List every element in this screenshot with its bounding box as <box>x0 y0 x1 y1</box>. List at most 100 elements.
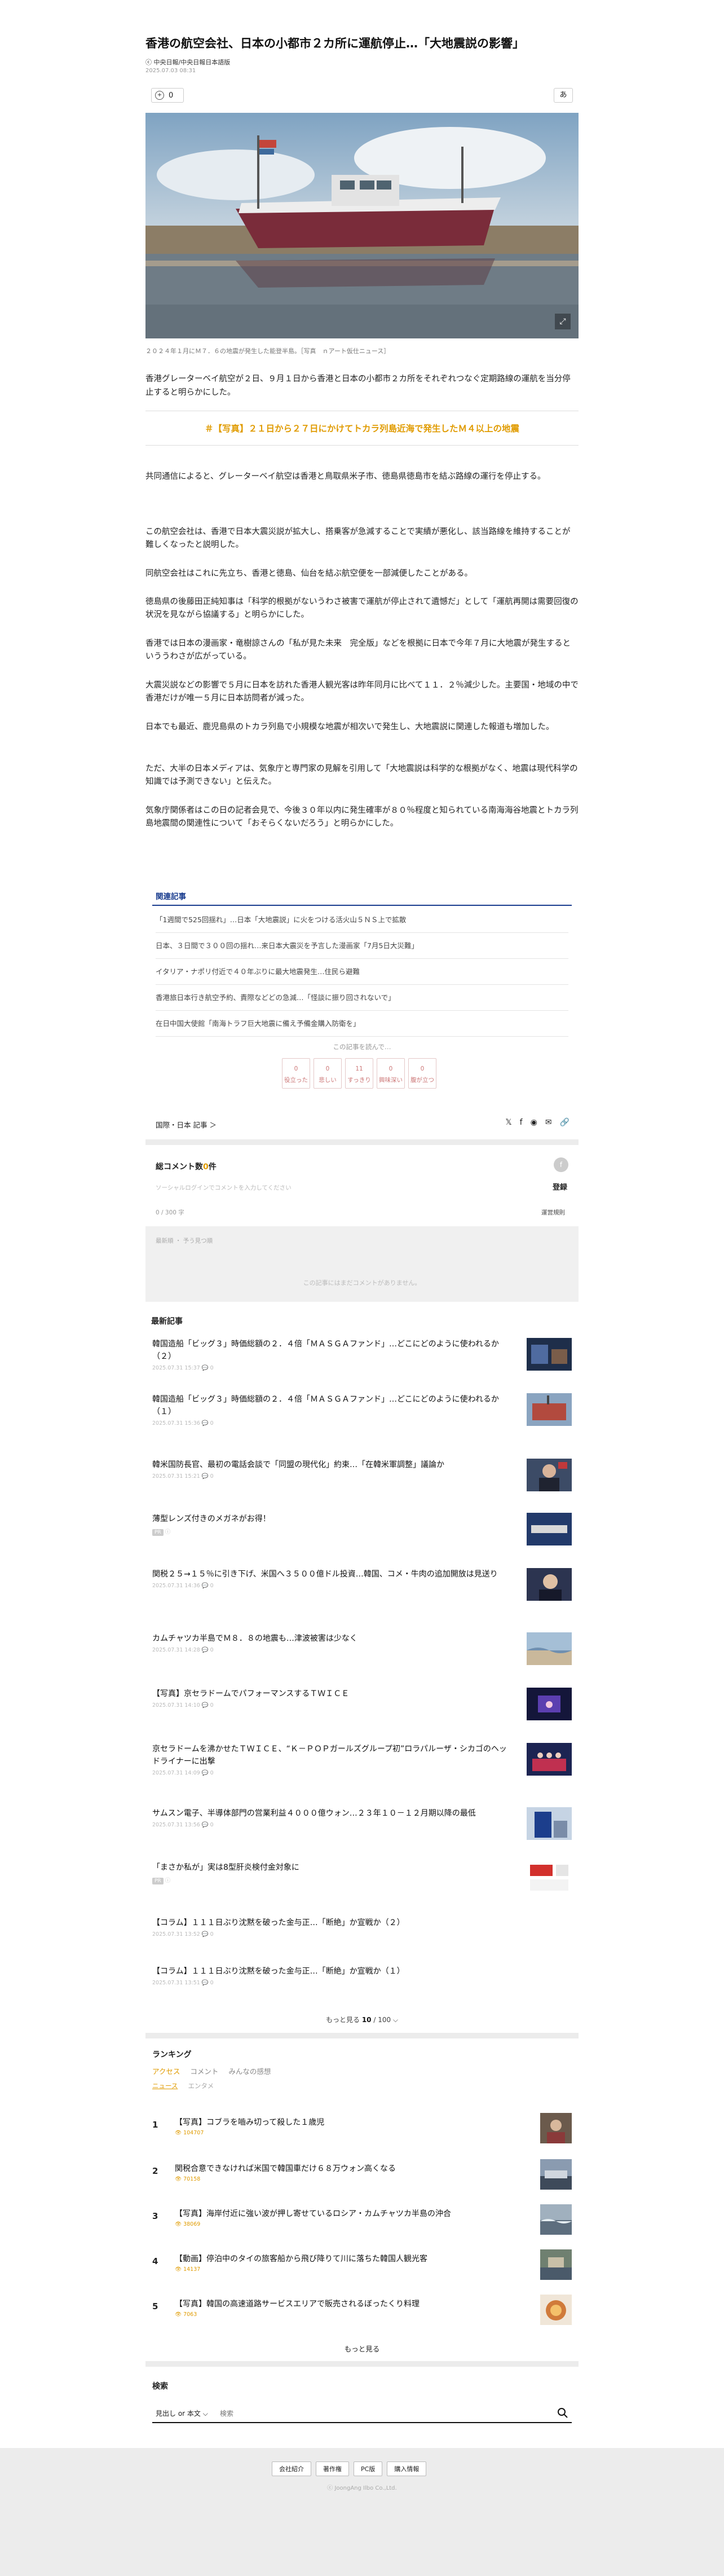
ranking-item[interactable]: 4 【動画】停泊中のタイの旅客船から飛び降りて川に落ちた韓国人観光客 👁 141… <box>152 2247 572 2283</box>
reaction-useful-button[interactable]: 0 役立った <box>282 1058 310 1089</box>
email-share-icon[interactable]: ✉ <box>545 1118 552 1127</box>
news-title: 薄型レンズ付きのメガネがお得！ <box>152 1514 271 1523</box>
list-item[interactable]: 【写真】京セラドームでパフォーマンスするＴＷＩＣＥ 2025.07.31 14:… <box>152 1688 572 1720</box>
news-thumbnail <box>527 1632 572 1665</box>
reaction-label: 興味深い <box>379 1077 403 1084</box>
list-item[interactable]: カムチャツカ半島でＭ８．８の地震も…津波被害は少なく 2025.07.31 14… <box>152 1632 572 1665</box>
related-article-link[interactable]: 日本、３日間で３００回の揺れ…来日本大震災を予言した漫画家「7月5日大災難」 <box>156 933 568 959</box>
list-item[interactable]: 【コラム】１１１日ぶり沈黙を破った金与正…「断絶」か宣戦か（２） 2025.07… <box>152 1917 572 1937</box>
news-title: 【コラム】１１１日ぶり沈黙を破った金与正…「断絶」か宣戦か（２） <box>152 1918 405 1927</box>
list-item[interactable]: 韓国造船「ビッグ３」時価総額の２．４倍「ＭＡＳＧＡファンド」…どこにどのように使… <box>152 1338 572 1371</box>
news-title: 【写真】京セラドームでパフォーマンスするＴＷＩＣＥ <box>152 1689 350 1698</box>
tab-comment[interactable]: コメント <box>190 2066 218 2076</box>
news-title: 韓米国防長官、最初の電話会談で「同盟の現代化」約束…「在韓米軍調整」議論か <box>152 1460 444 1469</box>
list-item[interactable]: 薄型レンズ付きのメガネがお得！ PR ⓘ <box>152 1513 572 1545</box>
expand-icon[interactable]: ⤢ <box>555 314 571 329</box>
rank-views: 👁 38069 <box>175 2221 201 2227</box>
news-thumbnail <box>527 1568 572 1601</box>
line-share-icon[interactable]: ◉ <box>531 1118 537 1127</box>
reaction-buttons: 0 役立った 0 悲しい 11 すっきり 0 興味深い 0 腹が立つ <box>282 1058 436 1089</box>
category-bar: 国際・日本 記事 ＞ 𝕏 f ◉ ✉ 🔗 <box>152 1116 572 1133</box>
subtab-news[interactable]: ニュース <box>152 2081 178 2090</box>
list-item[interactable]: 韓米国防長官、最初の電話会談で「同盟の現代化」約束…「在韓米軍調整」議論か 20… <box>152 1459 572 1491</box>
ranking-more-button[interactable]: もっと見る <box>145 2343 579 2354</box>
font-size-button[interactable]: あ <box>554 88 573 103</box>
news-title: 韓国造船「ビッグ３」時価総額の２．４倍「ＭＡＳＧＡファンド」…どこにどのように使… <box>152 1340 499 1361</box>
comment-char-counter: 0 / 300 字 <box>156 1209 184 1216</box>
link-share-icon[interactable]: 🔗 <box>560 1118 570 1127</box>
photo-link-highlight[interactable]: ＃【写真】２１日から２７日にかけてトカラ列島近海で発生したＭ４以上の地震 <box>145 411 579 446</box>
search-icon[interactable] <box>557 2407 568 2419</box>
ranking-item[interactable]: 2 関税合意できなければ米国で韓国車だけ６８万ウォン高くなる 👁 70158 <box>152 2157 572 2193</box>
comment-login-button[interactable]: 登録 <box>553 1181 567 1192</box>
related-divider <box>152 905 572 906</box>
related-article-link[interactable]: 「1週間で525回揺れ」…日本「大地震説」に火をつける活火山５ＮＳ上で拡散 <box>156 907 568 933</box>
rank-thumbnail <box>540 2159 572 2190</box>
more-count: 10 <box>361 2016 372 2024</box>
more-label: もっと見る <box>325 2016 362 2024</box>
reaction-refreshing-button[interactable]: 11 すっきり <box>345 1058 373 1089</box>
comment-input[interactable]: ソーシャルログインでコメントを入力してください <box>156 1183 522 1192</box>
rank-views: 👁 70158 <box>175 2176 201 2182</box>
x-share-icon[interactable]: 𝕏 <box>505 1118 511 1127</box>
ranking-item[interactable]: 5 【写真】韓国の高速道路サービスエリアで販売されるぼったくり料理 👁 7063 <box>152 2292 572 2328</box>
article-photo[interactable]: ⤢ <box>145 113 579 338</box>
reaction-sad-button[interactable]: 0 悲しい <box>314 1058 342 1089</box>
comment-sort[interactable]: 最新順 ・ 予う見つ順 <box>156 1236 213 1245</box>
rank-thumbnail <box>540 2295 572 2325</box>
rank-title: 関税合意できなければ米国で韓国車だけ６８万ウォン高くなる <box>175 2164 396 2173</box>
tab-reactions[interactable]: みんなの感想 <box>228 2066 271 2076</box>
news-meta: 2025.07.31 13:52 💬 0 <box>152 1931 214 1937</box>
list-item[interactable]: 京セラドームを沸かせたＴＷＩＣＥ、“Ｋ－ＰＯＰガールズグループ初”ロラパルーザ・… <box>152 1743 572 1776</box>
ranking-item[interactable]: 3 【写真】海岸付近に強い波が押し寄せているロシア・カムチャツカ半島の沖合 👁 … <box>152 2202 572 2238</box>
related-heading: 関連記事 <box>156 892 186 901</box>
article-byline: ⓒ 中央日報/中央日報日本語版 <box>145 59 231 66</box>
reaction-label: すっきり <box>347 1077 371 1084</box>
news-title: カムチャツカ半島でＭ８．８の地震も…津波被害は少なく <box>152 1634 357 1643</box>
facebook-share-icon[interactable]: f <box>520 1118 523 1127</box>
search-input[interactable] <box>220 2406 536 2421</box>
footer-link-copyright[interactable]: 著作権 <box>316 2461 349 2476</box>
related-article-link[interactable]: イタリア・ナポリ付近で４０年ぶりに最大地震発生…住民ら避難 <box>156 959 568 985</box>
ranking-tabs: アクセス コメント みんなの感想 <box>152 2066 271 2076</box>
category-link[interactable]: 国際・日本 記事 ＞ <box>156 1119 217 1130</box>
list-item[interactable]: 「まさか私が」実は8型肝炎検付金対象に PR ⓘ <box>152 1861 572 1894</box>
reaction-angry-button[interactable]: 0 腹が立つ <box>408 1058 436 1089</box>
rank-views: 👁 14137 <box>175 2266 201 2273</box>
pr-badge: PR <box>152 1878 164 1884</box>
reaction-count: 0 <box>420 1065 425 1072</box>
reaction-interesting-button[interactable]: 0 興味深い <box>377 1058 405 1089</box>
news-thumbnail <box>527 1393 572 1426</box>
list-item[interactable]: 関税２５→１５％に引き下げ、米国へ３５００億ドル投資…韓国、コメ・牛肉の追加開放… <box>152 1568 572 1601</box>
rank-thumbnail <box>540 2249 572 2280</box>
article-paragraph: 大震災説などの影響で５月に日本を訪れた香港人観光客は昨年同月に比べて１１．２％減… <box>145 681 579 703</box>
ranking-item[interactable]: 1 【写真】コブラを嚙み切って殺した１歳児 👁 104707 <box>152 2111 572 2147</box>
comment-empty-message: この記事にはまだコメントがありません。 <box>303 1279 421 1287</box>
list-item[interactable]: 【コラム】１１１日ぶり沈黙を破った金与正…「断絶」か宣戦か（１） 2025.07… <box>152 1965 572 1986</box>
related-article-link[interactable]: 在日中国大使館「南海トラフ巨大地震に備え予備金購入防衛を」 <box>156 1011 568 1037</box>
latest-more-button[interactable]: もっと見る 10 / 100 ⌵ <box>145 2015 579 2024</box>
facebook-login-icon[interactable]: f <box>554 1157 568 1172</box>
rank-title: 【写真】コブラを嚙み切って殺した１歳児 <box>175 2118 325 2127</box>
like-button[interactable]: + 0 <box>151 88 184 103</box>
page: 香港の航空会社、日本の小都市２カ所に運航停止…「大地震説の影響」 ⓒ 中央日報/… <box>0 0 724 2576</box>
article-date: 2025.07.03 08:31 <box>145 68 196 74</box>
footer-link-company[interactable]: 会社紹介 <box>272 2461 311 2476</box>
rank-number: 3 <box>152 2211 158 2221</box>
news-thumbnail <box>527 1459 572 1491</box>
article-paragraph: 同航空会社はこれに先立ち、香港と徳島、仙台を結ぶ航空便を一部減便したことがある。 <box>145 569 473 578</box>
footer-link-purchase[interactable]: 購入情報 <box>387 2461 427 2476</box>
list-item[interactable]: 韓国造船「ビッグ３」時価総額の２．４倍「ＭＡＳＧＡファンド」…どこにどのように使… <box>152 1393 572 1426</box>
rank-number: 5 <box>152 2301 158 2311</box>
comment-terms-link[interactable]: 運営規則 <box>541 1208 565 1217</box>
search-scope-select[interactable]: 見出し or 本文 ⌵ <box>156 2408 208 2418</box>
news-thumbnail <box>527 1688 572 1720</box>
related-article-link[interactable]: 香港旅日本行き航空予約、責際などどの急減…「怪談に振り回されないで」 <box>156 985 568 1011</box>
rank-number: 2 <box>152 2166 158 2176</box>
footer-link-pc[interactable]: PC版 <box>354 2461 383 2476</box>
section-divider <box>145 1139 579 1145</box>
tab-access[interactable]: アクセス <box>152 2066 180 2076</box>
subtab-entertainment[interactable]: エンタメ <box>188 2081 214 2090</box>
list-item[interactable]: サムスン電子、半導体部門の営業利益４０００億ウォン…２３年１０－１２月期以降の最… <box>152 1807 572 1840</box>
article-paragraph: 気象庁関係者はこの日の記者会見で、今後３０年以内に発生確率が８０％程度と知られて… <box>145 806 579 828</box>
